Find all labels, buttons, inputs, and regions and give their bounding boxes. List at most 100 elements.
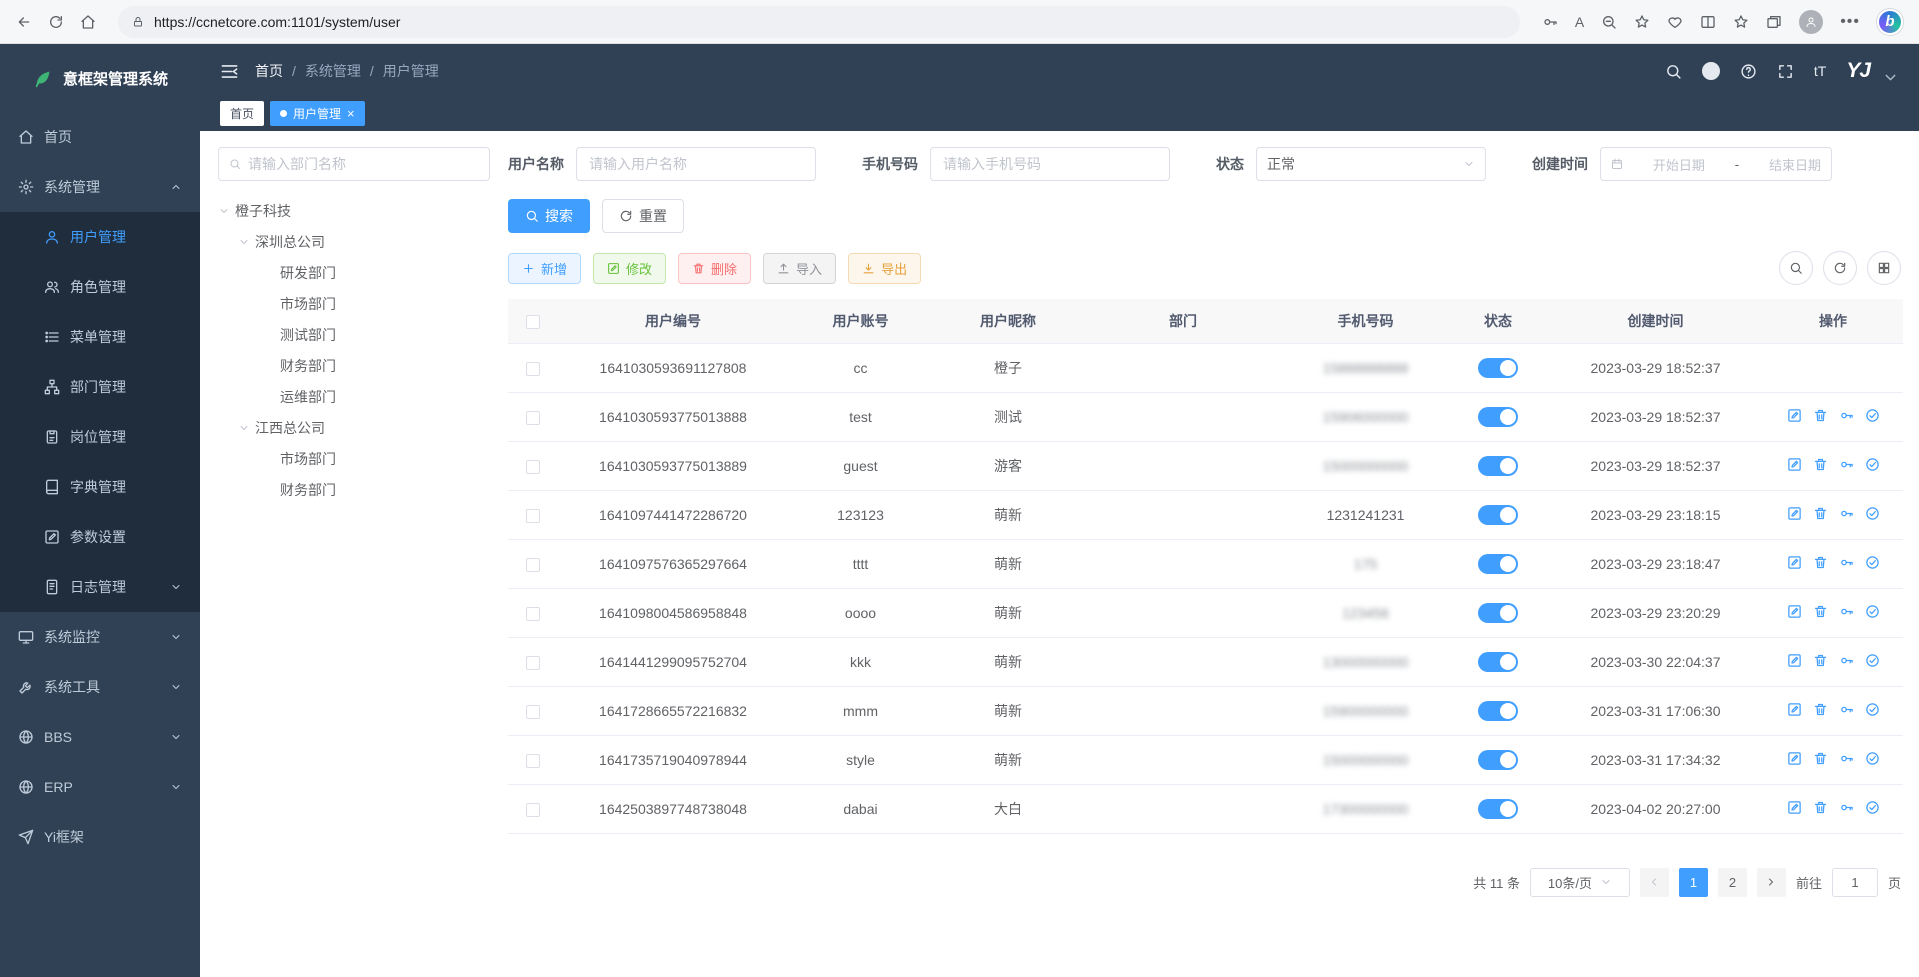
sidebar-item-param-settings[interactable]: 参数设置 <box>0 512 200 562</box>
table-row[interactable]: 1641030593775013888 test 测试 15906000000 … <box>508 392 1903 441</box>
row-reset-password-icon[interactable] <box>1839 800 1854 815</box>
column-settings-button[interactable] <box>1867 251 1901 285</box>
breadcrumb-system[interactable]: 系统管理 <box>305 61 361 81</box>
row-checkbox[interactable] <box>526 607 540 621</box>
table-row[interactable]: 1641097441472286720 123123 萌新 1231241231… <box>508 490 1903 539</box>
row-delete-icon[interactable] <box>1813 653 1828 668</box>
tree-node-dept[interactable]: 市场部门 <box>218 288 490 319</box>
row-delete-icon[interactable] <box>1813 555 1828 570</box>
row-assign-role-icon[interactable] <box>1865 702 1880 717</box>
header-search-icon[interactable] <box>1665 63 1682 80</box>
sidebar-item-home[interactable]: 首页 <box>0 112 200 162</box>
date-range-picker[interactable]: 开始日期 - 结束日期 <box>1600 147 1832 181</box>
add-button[interactable]: 新增 <box>508 253 581 284</box>
row-checkbox[interactable] <box>526 362 540 376</box>
next-page-button[interactable] <box>1757 868 1786 897</box>
row-checkbox[interactable] <box>526 460 540 474</box>
back-icon[interactable] <box>16 14 32 30</box>
sidebar-item-yi-framework[interactable]: Yi框架 <box>0 812 200 862</box>
edit-button[interactable]: 修改 <box>593 253 666 284</box>
username-input[interactable] <box>576 147 816 181</box>
row-edit-icon[interactable] <box>1787 653 1802 668</box>
tree-node-dept[interactable]: 财务部门 <box>218 350 490 381</box>
row-assign-role-icon[interactable] <box>1865 751 1880 766</box>
search-button[interactable]: 搜索 <box>508 199 590 233</box>
table-row[interactable]: 1641030593775013889 guest 游客 15000000000… <box>508 441 1903 490</box>
table-row[interactable]: 1641735719040978944 style 萌新 15000000000… <box>508 735 1903 784</box>
row-reset-password-icon[interactable] <box>1839 457 1854 472</box>
row-checkbox[interactable] <box>526 656 540 670</box>
status-toggle[interactable] <box>1478 701 1518 721</box>
row-edit-icon[interactable] <box>1787 506 1802 521</box>
tree-node-dept[interactable]: 财务部门 <box>218 474 490 505</box>
favorites-bar-icon[interactable] <box>1733 14 1749 30</box>
fullscreen-icon[interactable] <box>1777 63 1794 80</box>
sidebar-item-system-tools[interactable]: 系统工具 <box>0 662 200 712</box>
row-reset-password-icon[interactable] <box>1839 653 1854 668</box>
row-delete-icon[interactable] <box>1813 506 1828 521</box>
sidebar-item-dict-management[interactable]: 字典管理 <box>0 462 200 512</box>
font-size-toggle[interactable]: tT <box>1814 63 1826 79</box>
copilot-icon[interactable]: b <box>1877 9 1903 35</box>
status-toggle[interactable] <box>1478 799 1518 819</box>
github-icon[interactable] <box>1702 62 1720 80</box>
row-delete-icon[interactable] <box>1813 751 1828 766</box>
sidebar-item-dept-management[interactable]: 部门管理 <box>0 362 200 412</box>
row-edit-icon[interactable] <box>1787 408 1802 423</box>
row-delete-icon[interactable] <box>1813 408 1828 423</box>
select-all-checkbox[interactable] <box>526 315 540 329</box>
sidebar-item-menu-management[interactable]: 菜单管理 <box>0 312 200 362</box>
import-button[interactable]: 导入 <box>763 253 836 284</box>
refresh-table-button[interactable] <box>1823 251 1857 285</box>
row-assign-role-icon[interactable] <box>1865 800 1880 815</box>
row-checkbox[interactable] <box>526 803 540 817</box>
breadcrumb-home[interactable]: 首页 <box>255 61 283 81</box>
status-select[interactable]: 正常 <box>1256 147 1486 181</box>
row-delete-icon[interactable] <box>1813 457 1828 472</box>
help-icon[interactable] <box>1740 63 1757 80</box>
row-edit-icon[interactable] <box>1787 555 1802 570</box>
reset-button[interactable]: 重置 <box>602 199 684 233</box>
row-checkbox[interactable] <box>526 754 540 768</box>
tree-node-dept[interactable]: 运维部门 <box>218 381 490 412</box>
row-edit-icon[interactable] <box>1787 457 1802 472</box>
tab-user-management[interactable]: 用户管理 × <box>270 101 365 126</box>
menu-fold-icon[interactable] <box>220 62 239 81</box>
goto-page-input[interactable] <box>1832 868 1878 897</box>
close-icon[interactable]: × <box>347 106 355 121</box>
row-assign-role-icon[interactable] <box>1865 604 1880 619</box>
read-aloud-icon[interactable]: A <box>1575 14 1584 30</box>
sidebar-item-system-monitor[interactable]: 系统监控 <box>0 612 200 662</box>
profile-avatar[interactable] <box>1799 10 1823 34</box>
sidebar-item-log-management[interactable]: 日志管理 <box>0 562 200 612</box>
sidebar-item-erp[interactable]: ERP <box>0 762 200 812</box>
tree-node-dept[interactable]: 研发部门 <box>218 257 490 288</box>
status-toggle[interactable] <box>1478 358 1518 378</box>
row-edit-icon[interactable] <box>1787 751 1802 766</box>
row-reset-password-icon[interactable] <box>1839 751 1854 766</box>
row-checkbox[interactable] <box>526 411 540 425</box>
sidebar-item-role-management[interactable]: 角色管理 <box>0 262 200 312</box>
row-delete-icon[interactable] <box>1813 702 1828 717</box>
page-2-button[interactable]: 2 <box>1718 868 1747 897</box>
row-assign-role-icon[interactable] <box>1865 408 1880 423</box>
row-reset-password-icon[interactable] <box>1839 555 1854 570</box>
toggle-search-button[interactable] <box>1779 251 1813 285</box>
phone-input[interactable] <box>930 147 1170 181</box>
zoom-icon[interactable] <box>1601 14 1617 30</box>
row-checkbox[interactable] <box>526 558 540 572</box>
table-row[interactable]: 1641098004586958848 oooo 萌新 123456 2023-… <box>508 588 1903 637</box>
row-assign-role-icon[interactable] <box>1865 555 1880 570</box>
tab-home[interactable]: 首页 <box>220 101 264 126</box>
collections-icon[interactable] <box>1766 14 1782 30</box>
sidebar-item-user-management[interactable]: 用户管理 <box>0 212 200 262</box>
table-row[interactable]: 1641097576365297664 tttt 萌新 175 2023-03-… <box>508 539 1903 588</box>
status-toggle[interactable] <box>1478 505 1518 525</box>
reload-icon[interactable] <box>48 14 64 30</box>
prev-page-button[interactable] <box>1640 868 1669 897</box>
page-1-button[interactable]: 1 <box>1679 868 1708 897</box>
row-assign-role-icon[interactable] <box>1865 506 1880 521</box>
status-toggle[interactable] <box>1478 750 1518 770</box>
tree-node-dept[interactable]: 市场部门 <box>218 443 490 474</box>
favorites-add-icon[interactable] <box>1634 14 1650 30</box>
